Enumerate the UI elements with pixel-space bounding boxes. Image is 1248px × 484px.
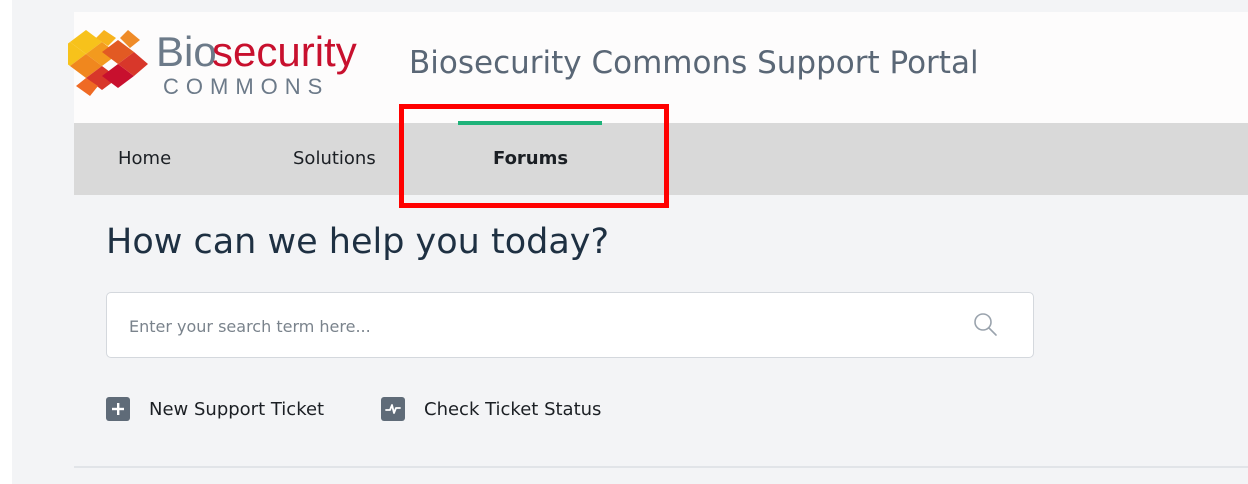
page-heading: How can we help you today?	[106, 222, 610, 262]
portal-title: Biosecurity Commons Support Portal	[409, 45, 979, 81]
logo-text-security: security	[212, 28, 357, 75]
new-support-ticket-link[interactable]: New Support Ticket	[106, 396, 324, 422]
section-divider	[74, 466, 1248, 468]
logo-text-commons: COMMONS	[163, 74, 329, 99]
check-ticket-status-label: Check Ticket Status	[424, 398, 602, 420]
new-support-ticket-label: New Support Ticket	[149, 398, 325, 420]
check-ticket-status-link[interactable]: Check Ticket Status	[381, 396, 601, 422]
search-icon[interactable]	[973, 312, 999, 338]
annotation-highlight-box	[399, 104, 669, 208]
pulse-icon	[381, 397, 405, 421]
nav-item-solutions[interactable]: Solutions	[293, 148, 376, 169]
logo-mark-icon	[68, 30, 148, 96]
left-gutter	[0, 0, 12, 484]
search-box	[106, 292, 1034, 359]
nav-item-home[interactable]: Home	[118, 148, 171, 169]
search-input[interactable]	[127, 293, 951, 359]
logo-text-bio: Bio	[156, 28, 217, 75]
biosecurity-commons-logo[interactable]: Bio security COMMONS	[68, 22, 398, 102]
plus-icon	[106, 397, 130, 421]
